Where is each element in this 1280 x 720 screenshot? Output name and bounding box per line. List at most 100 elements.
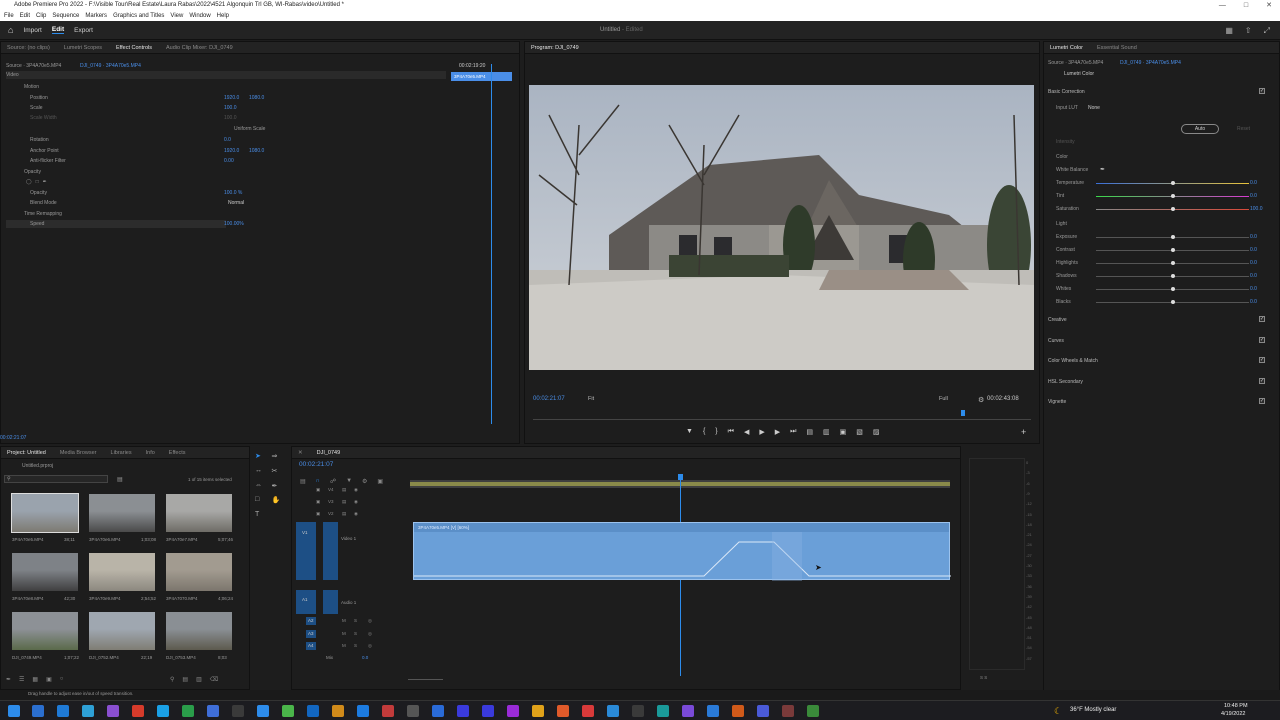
- reset-button[interactable]: Reset: [1237, 126, 1250, 132]
- weather-text[interactable]: 36°F Mostly clear: [1070, 707, 1116, 713]
- nest-icon[interactable]: ▤: [300, 478, 306, 485]
- project-tab-2[interactable]: Libraries: [111, 450, 132, 456]
- lumetri-section-checkbox-3[interactable]: ✓: [1259, 377, 1265, 384]
- source-patch-a[interactable]: A3: [306, 629, 316, 638]
- taskbar-app-icon[interactable]: [307, 705, 319, 717]
- mix-value[interactable]: 0.0: [362, 655, 368, 660]
- lumetri-clip[interactable]: DJI_0749 · 3P4A70e5.MP4: [1120, 60, 1181, 66]
- captions-icon[interactable]: ▣: [377, 478, 383, 485]
- lock-icon[interactable]: ▣: [316, 510, 320, 518]
- taskbar-app-icon[interactable]: [732, 705, 744, 717]
- slider-track-tint[interactable]: [1096, 194, 1249, 198]
- linked-icon[interactable]: ☍: [330, 478, 336, 485]
- slider-track-temperature[interactable]: [1096, 181, 1249, 185]
- settings-icon[interactable]: ⚙: [362, 478, 367, 485]
- taskbar-app-icon[interactable]: [157, 705, 169, 717]
- project-thumbnail[interactable]: [12, 553, 78, 591]
- slider-value-exposure[interactable]: 0.0: [1250, 234, 1257, 240]
- search-bin-icon[interactable]: ⚲: [170, 676, 174, 683]
- taskbar-app-icon[interactable]: [57, 705, 69, 717]
- freeform-view-icon[interactable]: ▣: [46, 676, 52, 683]
- wrench-icon[interactable]: ⚙: [978, 396, 984, 404]
- slider-knob-shadows[interactable]: [1171, 274, 1175, 278]
- ripple-edit-icon[interactable]: ↔: [255, 467, 269, 479]
- project-thumbnail[interactable]: [166, 494, 232, 532]
- taskbar-app-icon[interactable]: [82, 705, 94, 717]
- menu-item-edit[interactable]: Edit: [20, 11, 30, 21]
- sync-icon[interactable]: ▤: [342, 510, 346, 518]
- zoom-slider-icon[interactable]: ○: [60, 676, 64, 683]
- home-icon[interactable]: ⌂: [8, 25, 13, 35]
- slider-value-temperature[interactable]: 0.0: [1250, 180, 1257, 186]
- mark-in-icon[interactable]: {: [703, 428, 705, 436]
- source-tab-3[interactable]: Audio Clip Mixer: DJI_0749: [166, 45, 233, 51]
- taskbar-app-icon[interactable]: [632, 705, 644, 717]
- timeline-clip[interactable]: 3P4A70e5.MP4 [V] [60%]: [413, 522, 951, 581]
- zoom-select[interactable]: Fit: [588, 396, 594, 402]
- taskbar-app-icon[interactable]: [707, 705, 719, 717]
- mute-button[interactable]: M: [342, 642, 346, 650]
- taskbar-app-icon[interactable]: [432, 705, 444, 717]
- taskbar-app-icon[interactable]: [407, 705, 419, 717]
- slider-knob-whites[interactable]: [1171, 287, 1175, 291]
- taskbar-app-icon[interactable]: [782, 705, 794, 717]
- menu-item-clip[interactable]: Clip: [36, 11, 46, 21]
- timeline-timecode[interactable]: 00:02:21:07: [299, 461, 333, 468]
- v1-target[interactable]: [323, 522, 338, 580]
- slider-track-highlights[interactable]: [1096, 261, 1249, 265]
- lumetri-tab[interactable]: Lumetri Color: [1050, 45, 1083, 51]
- hand-tool-icon[interactable]: ✋: [272, 496, 286, 508]
- program-playhead[interactable]: [961, 410, 965, 416]
- basic-correction-checkbox[interactable]: ✓: [1259, 88, 1265, 94]
- step-back-icon[interactable]: ◀: [744, 428, 749, 436]
- lumetri-effect-select[interactable]: Lumetri Color: [1064, 71, 1094, 77]
- quick-export-icon[interactable]: ▦: [1225, 26, 1233, 36]
- eye-icon[interactable]: ◉: [354, 486, 358, 494]
- lumetri-section-checkbox-1[interactable]: ✓: [1259, 336, 1265, 343]
- project-tab-1[interactable]: Media Browser: [60, 450, 97, 456]
- lock-icon[interactable]: ▣: [316, 498, 320, 506]
- project-tab-0[interactable]: Project: Untitled: [7, 450, 46, 456]
- position-x[interactable]: 1920.0: [224, 94, 239, 102]
- resolution-select[interactable]: Full: [939, 396, 948, 402]
- time-remap-label[interactable]: Time Remapping: [24, 210, 62, 218]
- taskbar-app-icon[interactable]: [32, 705, 44, 717]
- antiflicker-value[interactable]: 0.00: [224, 157, 234, 165]
- slider-knob-contrast[interactable]: [1171, 248, 1175, 252]
- lumetri-section-checkbox-4[interactable]: ✓: [1259, 398, 1265, 404]
- taskbar-app-icon[interactable]: [332, 705, 344, 717]
- list-view-icon[interactable]: ☰: [19, 676, 24, 683]
- slip-tool-icon[interactable]: ⇔: [255, 482, 269, 494]
- lumetri-section-2[interactable]: Color Wheels & Match: [1048, 358, 1098, 364]
- voiceover-icon[interactable]: ◎: [368, 642, 372, 650]
- input-lut-select[interactable]: None: [1088, 105, 1100, 111]
- source-tab-2[interactable]: Effect Controls: [116, 45, 152, 51]
- solo-button[interactable]: S: [354, 617, 357, 625]
- razor-icon[interactable]: ✂: [272, 467, 286, 479]
- taskbar-app-icon[interactable]: [357, 705, 369, 717]
- taskbar-app-icon[interactable]: [107, 705, 119, 717]
- eye-icon[interactable]: ◉: [354, 510, 358, 518]
- play-icon[interactable]: ▶: [759, 428, 764, 436]
- lock-icon[interactable]: ▣: [316, 486, 320, 494]
- voiceover-icon[interactable]: ◎: [368, 617, 372, 625]
- source-patch-a[interactable]: A2: [306, 617, 316, 625]
- taskbar-app-icon[interactable]: [382, 705, 394, 717]
- extract-icon[interactable]: ▥: [823, 428, 830, 436]
- taskbar-app-icon[interactable]: [607, 705, 619, 717]
- slider-value-contrast[interactable]: 0.0: [1250, 247, 1257, 253]
- slider-knob-saturation[interactable]: [1171, 207, 1175, 211]
- start-icon[interactable]: [8, 705, 20, 717]
- project-thumbnail[interactable]: [89, 553, 155, 591]
- rectangle-tool-icon[interactable]: □: [255, 496, 269, 508]
- rotation-value[interactable]: 0.0: [224, 136, 231, 144]
- snap-icon[interactable]: ∩: [316, 478, 320, 485]
- menu-item-sequence[interactable]: Sequence: [52, 11, 79, 21]
- lumetri-section-1[interactable]: Curves: [1048, 338, 1064, 344]
- project-tab-3[interactable]: Info: [146, 450, 155, 456]
- opacity-group-label[interactable]: Opacity: [24, 168, 41, 176]
- mute-button[interactable]: M: [342, 617, 346, 625]
- minimize-icon[interactable]: —: [1219, 0, 1226, 11]
- slider-knob-exposure[interactable]: [1171, 235, 1175, 239]
- taskbar-app-icon[interactable]: [457, 705, 469, 717]
